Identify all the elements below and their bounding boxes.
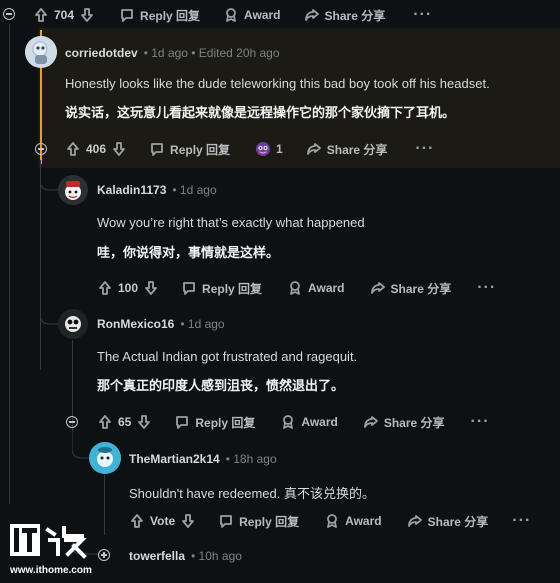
share-button[interactable]: Share 分享 (369, 279, 451, 297)
award-button[interactable]: Award (279, 413, 338, 431)
comment-text: Shouldn't have redeemed. 真不该兑换的。 (129, 486, 375, 501)
more-options-button[interactable]: ··· (413, 6, 432, 24)
collapse-thread-button[interactable] (35, 143, 47, 155)
vote-count: 406 (86, 142, 107, 156)
username-link[interactable]: Kaladin1173 (97, 183, 166, 197)
downvote-icon[interactable] (78, 6, 96, 24)
comment-text: Honestly looks like the dude teleworking… (65, 76, 490, 91)
comment-text: The Actual Indian got frustrated and rag… (97, 349, 358, 364)
vote-label: Vote (150, 514, 176, 528)
share-icon (362, 413, 380, 431)
username-link[interactable]: towerfella (129, 549, 185, 563)
share-icon (303, 6, 321, 24)
share-button[interactable]: Share 分享 (305, 140, 387, 158)
share-button[interactable]: Share 分享 (303, 6, 385, 24)
comment-text: Wow you’re right that’s exactly what hap… (97, 215, 365, 230)
comment-meta: • 1d ago • Edited 20h ago (143, 46, 280, 60)
collapse-thread-button[interactable] (66, 416, 78, 428)
reply-icon (148, 140, 166, 158)
more-options-button[interactable]: ··· (471, 413, 490, 431)
comment-actions: 406 Reply 回复 1 Share 分享 ··· (64, 139, 434, 159)
vote-count: 65 (118, 415, 132, 429)
comment-actions: Vote Reply 回复 Award Share 分享 ··· (128, 511, 531, 531)
award-icon (279, 413, 297, 431)
vote-count: 100 (118, 281, 139, 295)
comment-meta: • 10h ago (191, 549, 242, 563)
downvote-icon[interactable] (179, 512, 197, 530)
action-row-top: 704 Reply 回复 Award Share 分享 ··· (32, 5, 432, 25)
share-icon (305, 140, 323, 158)
comment-meta: • 18h ago (225, 452, 277, 466)
ithome-logo-icon (10, 524, 87, 559)
avatar-image-icon (25, 36, 57, 68)
downvote-icon[interactable] (135, 413, 153, 431)
comment-meta: • 1d ago (180, 317, 225, 331)
thread-line (9, 24, 10, 504)
comment-translation: 那个真正的印度人感到沮丧，愤然退出了。 (97, 378, 345, 393)
reply-button[interactable]: Reply 回复 (173, 413, 255, 431)
avatar[interactable] (89, 442, 121, 474)
reply-button[interactable]: Reply 回复 (180, 279, 262, 297)
expand-thread-button[interactable] (98, 549, 110, 561)
comment-header: RonMexico16 • 1d ago (97, 317, 225, 331)
upvote-icon[interactable] (128, 512, 146, 530)
award-icon (222, 6, 240, 24)
reply-icon (180, 279, 198, 297)
comment-translation: 说实话，这玩意儿看起来就像是远程操作它的那个家伙摘下了耳机。 (65, 105, 456, 120)
comment-actions: 100 Reply 回复 Award Share 分享 ··· (96, 278, 496, 298)
upvote-icon[interactable] (96, 279, 114, 297)
award-emoji-icon (254, 140, 272, 158)
award-button[interactable]: Award (286, 279, 345, 297)
more-options-button[interactable]: ··· (477, 279, 496, 297)
avatar[interactable] (25, 36, 57, 68)
share-icon (406, 512, 424, 530)
award-button[interactable]: Award (323, 512, 382, 530)
avatar[interactable] (58, 175, 88, 205)
downvote-icon[interactable] (142, 279, 160, 297)
reply-icon (217, 512, 235, 530)
comment-actions: 65 Reply 回复 Award Share 分享 ··· (96, 412, 490, 432)
vote-count: 704 (54, 8, 75, 22)
username-link[interactable]: RonMexico16 (97, 317, 174, 331)
watermark-logo (8, 520, 92, 565)
more-options-button[interactable]: ··· (512, 512, 531, 530)
comment-meta: • 1d ago (172, 183, 217, 197)
award-button[interactable]: Award (222, 6, 281, 24)
comment-header: corriedotdev • 1d ago • Edited 20h ago (65, 46, 280, 60)
reply-button[interactable]: Reply 回复 (118, 6, 200, 24)
award-icon (323, 512, 341, 530)
avatar-image-icon (58, 175, 88, 205)
award-icon (286, 279, 304, 297)
upvote-icon[interactable] (32, 6, 50, 24)
upvote-icon[interactable] (96, 413, 114, 431)
reply-button[interactable]: Reply 回复 (217, 512, 299, 530)
comment-translation: 哇，你说得对，事情就是这样。 (97, 245, 280, 260)
reply-button[interactable]: Reply 回复 (148, 140, 230, 158)
share-icon (369, 279, 387, 297)
award-badge[interactable]: 1 (254, 140, 283, 158)
more-options-button[interactable]: ··· (415, 140, 434, 158)
comment-header: towerfella • 10h ago (129, 549, 242, 563)
comment-header: TheMartian2k14 • 18h ago (129, 452, 277, 466)
reply-icon (118, 6, 136, 24)
reply-icon (173, 413, 191, 431)
comment-header: Kaladin1173 • 1d ago (97, 183, 217, 197)
username-link[interactable]: corriedotdev (65, 46, 138, 60)
thread-line (104, 475, 105, 535)
avatar-image-icon (58, 309, 88, 339)
avatar[interactable] (58, 309, 88, 339)
share-button[interactable]: Share 分享 (406, 512, 488, 530)
username-link[interactable]: TheMartian2k14 (129, 452, 220, 466)
upvote-icon[interactable] (64, 140, 82, 158)
share-button[interactable]: Share 分享 (362, 413, 445, 431)
watermark-url: www.ithome.com (10, 565, 92, 576)
avatar-image-icon (89, 442, 121, 474)
collapse-thread-button[interactable] (3, 8, 15, 20)
downvote-icon[interactable] (110, 140, 128, 158)
